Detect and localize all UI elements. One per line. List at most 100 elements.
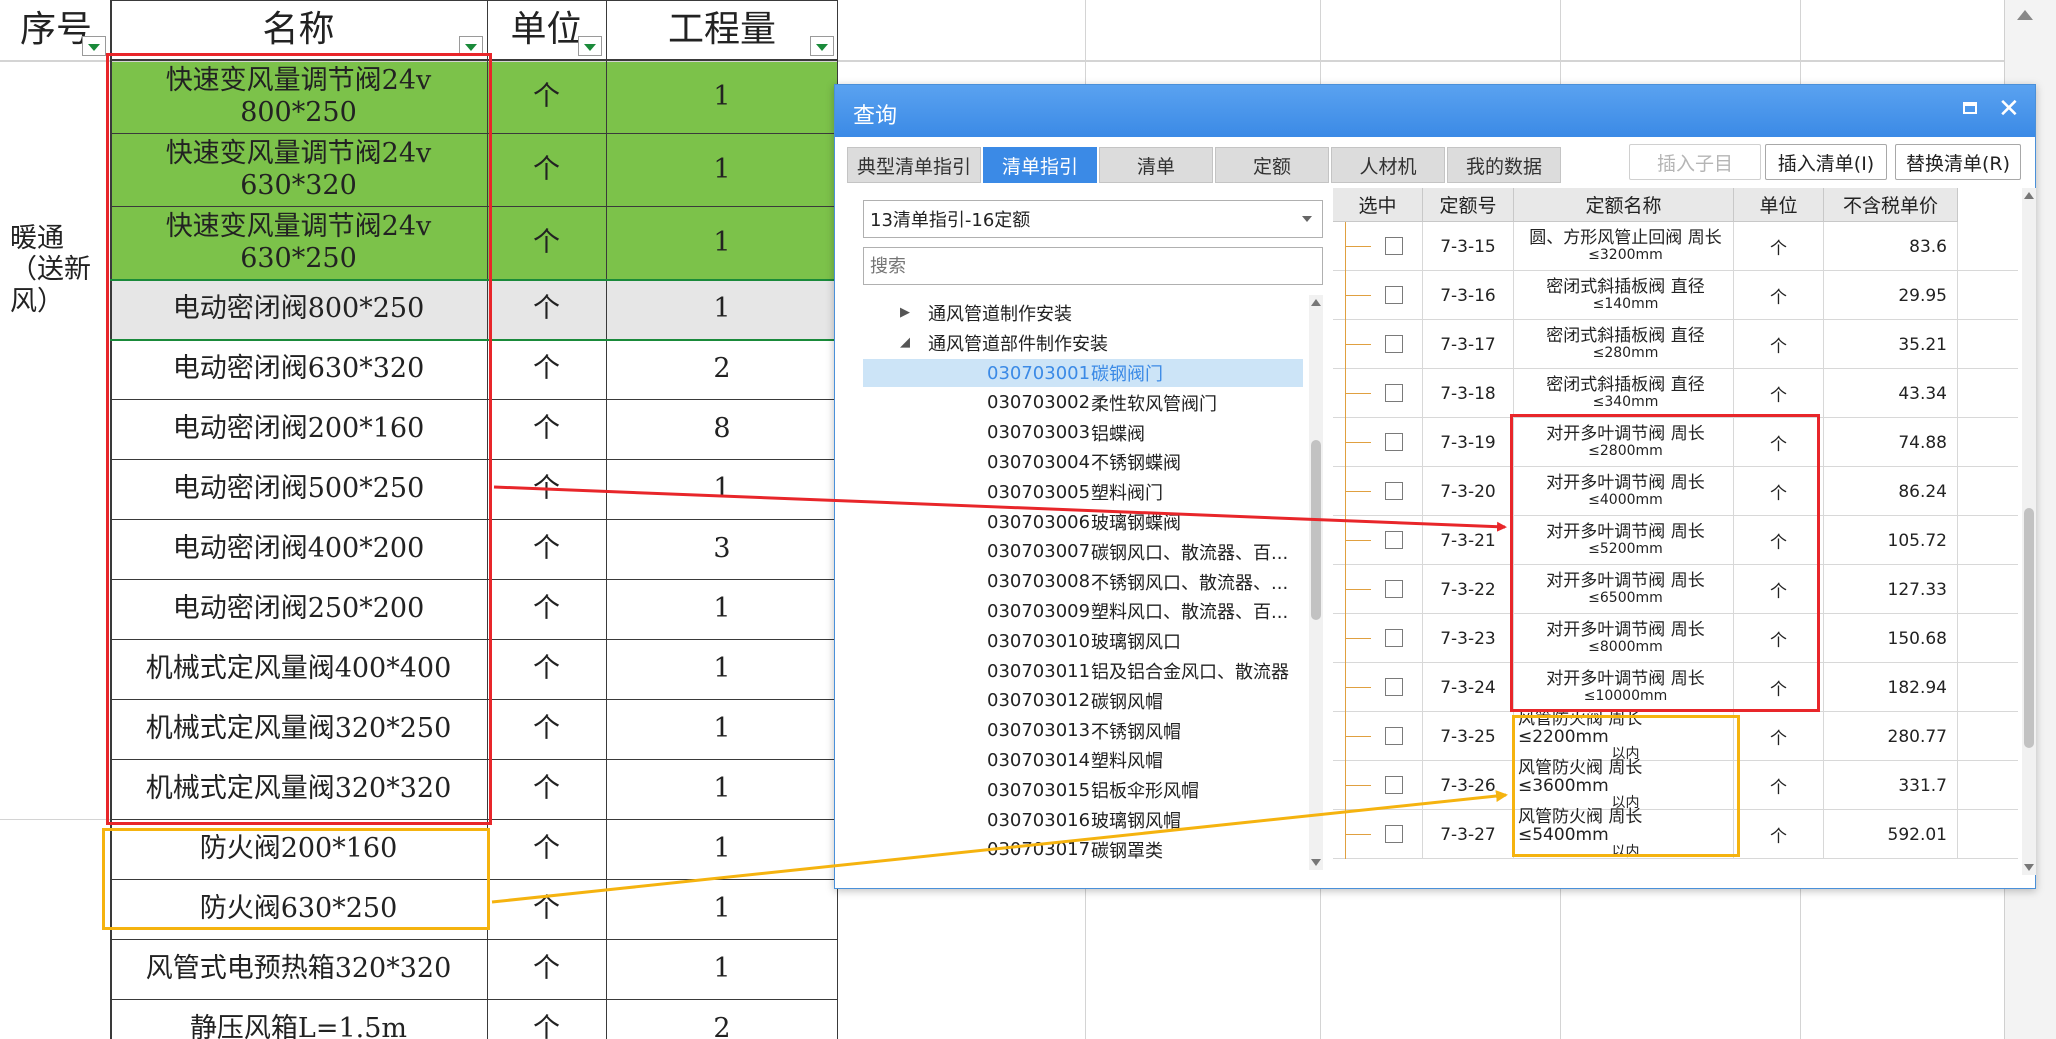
row-checkbox[interactable] — [1385, 286, 1403, 304]
row-unit[interactable]: 个 — [487, 999, 606, 1039]
row-unit[interactable]: 个 — [487, 579, 606, 639]
row-qty[interactable]: 1 — [606, 879, 838, 939]
row-qty[interactable]: 2 — [606, 339, 838, 399]
header-qty[interactable]: 工程量 — [606, 0, 838, 60]
tree-item[interactable]: 030703017 碳钢罩类 — [863, 836, 1303, 864]
row-qty[interactable]: 1 — [606, 579, 838, 639]
row-qty[interactable]: 1 — [606, 279, 838, 339]
row-unit[interactable]: 个 — [487, 519, 606, 579]
row-unit[interactable]: 个 — [487, 939, 606, 999]
row-checkbox[interactable] — [1385, 384, 1403, 402]
grid-scrollbar[interactable] — [2022, 188, 2036, 875]
tab-typical-list-guide[interactable]: 典型清单指引 — [847, 147, 981, 183]
grid-header-code[interactable]: 定额号 — [1423, 188, 1514, 222]
row-checkbox[interactable] — [1385, 629, 1403, 647]
row-name[interactable]: 静压风箱L=1.5m — [110, 999, 487, 1039]
row-unit[interactable]: 个 — [487, 399, 606, 459]
row-unit[interactable]: 个 — [487, 699, 606, 759]
collapse-arrow-icon[interactable]: ◢ — [900, 335, 910, 350]
row-unit[interactable]: 个 — [487, 206, 606, 279]
tree-item[interactable]: 030703005 塑料阀门 — [863, 478, 1303, 506]
tab-list-guide[interactable]: 清单指引 — [983, 147, 1097, 183]
tree-scrollbar[interactable] — [1309, 295, 1323, 870]
row-checkbox[interactable] — [1385, 580, 1403, 598]
row-unit[interactable]: 个 — [487, 459, 606, 519]
tree-node-duct-fabrication[interactable]: ▶ 通风管道制作安装 — [900, 299, 1072, 327]
grid-header-unit[interactable]: 单位 — [1734, 188, 1824, 222]
row-code: 7-3-18 — [1423, 369, 1514, 418]
grid-line — [110, 999, 838, 1000]
row-checkbox[interactable] — [1385, 433, 1403, 451]
row-unit[interactable]: 个 — [487, 339, 606, 399]
grid-header-name[interactable]: 定额名称 — [1514, 188, 1734, 222]
tree-item[interactable]: 030703009 塑料风口、散流器、百... — [863, 597, 1303, 625]
row-checkbox[interactable] — [1385, 825, 1403, 843]
tree-item[interactable]: 030703014 塑料风帽 — [863, 746, 1303, 774]
tree-item[interactable]: 030703016 玻璃钢风帽 — [863, 806, 1303, 834]
row-qty[interactable]: 1 — [606, 819, 838, 879]
tree-item[interactable]: 030703011 铝及铝合金风口、散流器 — [863, 657, 1303, 685]
row-name: 密闭式斜插板阀 直径 — [1546, 326, 1705, 347]
row-qty[interactable]: 1 — [606, 759, 838, 819]
row-name[interactable]: 风管式电预热箱320*320 — [110, 939, 487, 999]
filter-seq-icon[interactable] — [82, 36, 106, 56]
row-unit[interactable]: 个 — [487, 60, 606, 133]
tree-item[interactable]: 030703013 不锈钢风帽 — [863, 717, 1303, 745]
search-input[interactable] — [863, 247, 1323, 285]
row-qty[interactable]: 1 — [606, 939, 838, 999]
row-unit[interactable]: 个 — [487, 819, 606, 879]
table-row[interactable]: 7-3-15 圆、方形风管止回阀 周长 ≤3200mm 个 83.6 — [1333, 222, 2018, 271]
filter-unit-icon[interactable] — [578, 36, 602, 56]
expand-arrow-icon[interactable]: ▶ — [900, 305, 910, 320]
row-unit[interactable]: 个 — [487, 759, 606, 819]
guide-library-select[interactable]: 13清单指引-16定额 — [863, 200, 1323, 238]
tree-item[interactable]: 030703006 玻璃钢蝶阀 — [863, 508, 1303, 536]
row-checkbox[interactable] — [1385, 678, 1403, 696]
insert-child-button[interactable]: 插入子目 — [1629, 144, 1761, 180]
row-checkbox[interactable] — [1385, 335, 1403, 353]
row-qty[interactable]: 1 — [606, 133, 838, 206]
row-qty[interactable]: 1 — [606, 639, 838, 699]
row-qty[interactable]: 1 — [606, 206, 838, 279]
tree-item[interactable]: 030703001 碳钢阀门 — [863, 359, 1303, 387]
row-qty[interactable]: 3 — [606, 519, 838, 579]
filter-qty-icon[interactable] — [810, 36, 834, 56]
row-qty[interactable]: 8 — [606, 399, 838, 459]
row-unit[interactable]: 个 — [487, 133, 606, 206]
row-checkbox[interactable] — [1385, 776, 1403, 794]
tree-item[interactable]: 030703007 碳钢风口、散流器、百... — [863, 538, 1303, 566]
tab-labor-material-machine[interactable]: 人材机 — [1331, 147, 1445, 183]
table-row[interactable]: 7-3-18 密闭式斜插板阀 直径 ≤340mm 个 43.34 — [1333, 369, 2018, 418]
tree-item[interactable]: 030703004 不锈钢蝶阀 — [863, 448, 1303, 476]
tree-item[interactable]: 030703002 柔性软风管阀门 — [863, 389, 1303, 417]
tab-quota[interactable]: 定额 — [1215, 147, 1329, 183]
tree-item[interactable]: 030703008 不锈钢风口、散流器、... — [863, 568, 1303, 596]
table-row[interactable]: 7-3-16 密闭式斜插板阀 直径 ≤140mm 个 29.95 — [1333, 271, 2018, 320]
row-checkbox[interactable] — [1385, 482, 1403, 500]
row-unit[interactable]: 个 — [487, 639, 606, 699]
grid-header-price[interactable]: 不含税单价 — [1824, 188, 1958, 222]
insert-list-button[interactable]: 插入清单(I) — [1765, 144, 1887, 180]
replace-list-button[interactable]: 替换清单(R) — [1895, 144, 2021, 180]
tree-item[interactable]: 030703012 碳钢风帽 — [863, 687, 1303, 715]
header-name[interactable]: 名称 — [110, 0, 487, 60]
row-unit[interactable]: 个 — [487, 879, 606, 939]
tab-list[interactable]: 清单 — [1099, 147, 1213, 183]
tab-my-data[interactable]: 我的数据 — [1447, 147, 1561, 183]
row-qty[interactable]: 1 — [606, 699, 838, 759]
row-checkbox[interactable] — [1385, 237, 1403, 255]
row-unit[interactable]: 个 — [487, 279, 606, 339]
tree-item[interactable]: 030703003 铝蝶阀 — [863, 419, 1303, 447]
table-row[interactable]: 7-3-17 密闭式斜插板阀 直径 ≤280mm 个 35.21 — [1333, 320, 2018, 369]
tree-node-duct-components[interactable]: ◢ 通风管道部件制作安装 — [900, 329, 1108, 357]
close-icon[interactable]: ✕ — [1998, 94, 2020, 124]
grid-header-select[interactable]: 选中 — [1333, 188, 1423, 222]
maximize-icon[interactable] — [1963, 102, 1977, 114]
row-qty[interactable]: 2 — [606, 999, 838, 1039]
row-qty[interactable]: 1 — [606, 459, 838, 519]
row-checkbox[interactable] — [1385, 727, 1403, 745]
tree-item[interactable]: 030703010 玻璃钢风口 — [863, 627, 1303, 655]
row-checkbox[interactable] — [1385, 531, 1403, 549]
row-qty[interactable]: 1 — [606, 60, 838, 133]
tree-item[interactable]: 030703015 铝板伞形风帽 — [863, 776, 1303, 804]
